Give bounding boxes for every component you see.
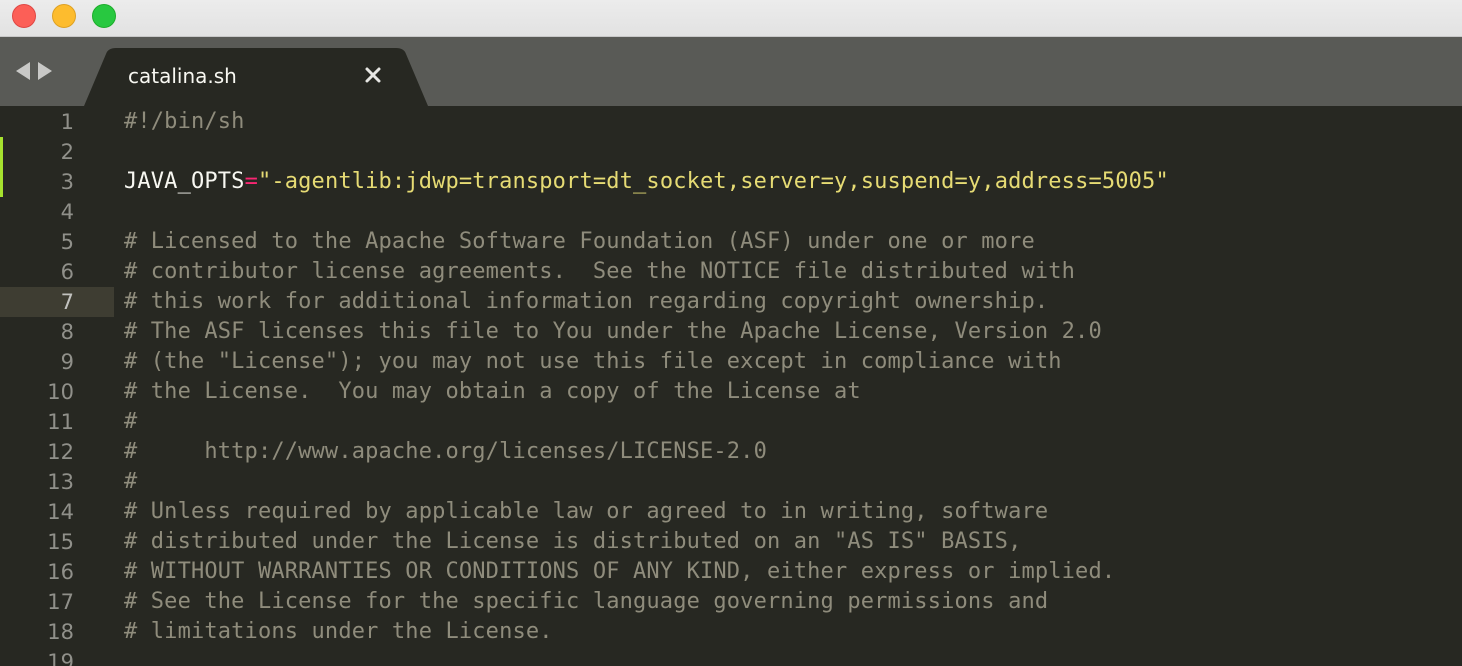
gutter-cell: 13	[0, 467, 114, 497]
code-line[interactable]: 19	[0, 647, 1462, 666]
code-text: # WITHOUT WARRANTIES OR CONDITIONS OF AN…	[124, 559, 1116, 584]
code-line[interactable]: 10 # the License. You may obtain a copy o…	[0, 377, 1462, 407]
code-text: # the License. You may obtain a copy of …	[124, 379, 861, 404]
close-window-button[interactable]	[12, 4, 36, 28]
code-line[interactable]: 14 # Unless required by applicable law or…	[0, 497, 1462, 527]
code-text: # contributor license agreements. See th…	[124, 259, 1076, 284]
chevron-right-icon[interactable]	[38, 62, 52, 80]
code-text: # Unless required by applicable law or a…	[124, 499, 1049, 524]
code-line[interactable]: 13 #	[0, 467, 1462, 497]
code-text: # this work for additional information r…	[124, 289, 1049, 314]
gutter-cell: 3	[0, 167, 114, 197]
gutter-cell: 17	[0, 587, 114, 617]
modified-line-marker	[0, 167, 3, 197]
gutter-cell: 14	[0, 497, 114, 527]
line-number: 13	[47, 470, 74, 494]
code-text: # http://www.apache.org/licenses/LICENSE…	[124, 439, 767, 464]
maximize-window-button[interactable]	[92, 4, 116, 28]
gutter-cell: 18	[0, 617, 114, 647]
code-text: #	[124, 409, 138, 434]
gutter-cell: 1	[0, 107, 114, 137]
gutter-cell: 5	[0, 227, 114, 257]
code-line[interactable]: 8 # The ASF licenses this file to You und…	[0, 317, 1462, 347]
assignment-operator: =	[244, 169, 258, 194]
line-number: 17	[47, 590, 74, 614]
line-number: 7	[60, 290, 74, 314]
editor-window: catalina.sh 1 #!/bin/sh 2 3 JAVA_OPTS="-agen…	[0, 0, 1462, 666]
code-editor[interactable]: 1 #!/bin/sh 2 3 JAVA_OPTS="-agentlib:jdwp=tr…	[0, 106, 1462, 666]
code-text: #!/bin/sh	[124, 109, 245, 134]
line-number: 6	[60, 260, 74, 284]
line-number: 12	[47, 440, 74, 464]
line-number: 10	[47, 380, 74, 404]
code-text: # limitations under the License.	[124, 619, 553, 644]
code-text: # (the "License"); you may not use this …	[124, 349, 1062, 374]
title-bar	[0, 0, 1462, 37]
line-number: 14	[47, 500, 74, 524]
line-number: 15	[47, 530, 74, 554]
tab-navigation	[16, 59, 52, 83]
code-text: #	[124, 469, 138, 494]
code-line[interactable]: 15 # distributed under the License is dis…	[0, 527, 1462, 557]
variable-name: JAVA_OPTS	[124, 169, 245, 194]
gutter-cell: 4	[0, 197, 114, 227]
gutter-cell: 19	[0, 647, 114, 666]
modified-line-marker	[0, 137, 3, 167]
tab-catalina-sh[interactable]: catalina.sh	[84, 48, 428, 106]
tab-bar: catalina.sh	[0, 37, 1462, 106]
gutter-cell: 2	[0, 137, 114, 167]
code-line[interactable]: 18 # limitations under the License.	[0, 617, 1462, 647]
code-text: JAVA_OPTS="-agentlib:jdwp=transport=dt_s…	[124, 167, 1169, 197]
gutter-cell: 6	[0, 257, 114, 287]
code-line[interactable]: 3 JAVA_OPTS="-agentlib:jdwp=transport=dt_…	[0, 167, 1462, 197]
string-literal: "-agentlib:jdwp=transport=dt_socket,serv…	[257, 169, 1169, 194]
code-line[interactable]: 1 #!/bin/sh	[0, 107, 1462, 137]
gutter-cell: 15	[0, 527, 114, 557]
gutter-cell: 8	[0, 317, 114, 347]
line-number: 18	[47, 620, 74, 644]
line-number: 1	[60, 110, 74, 134]
code-line[interactable]: 11 #	[0, 407, 1462, 437]
code-line[interactable]: 17 # See the License for the specific lan…	[0, 587, 1462, 617]
line-number: 19	[47, 650, 74, 666]
gutter-cell: 16	[0, 557, 114, 587]
gutter-cell: 11	[0, 407, 114, 437]
code-line[interactable]: 6 # contributor license agreements. See t…	[0, 257, 1462, 287]
code-line[interactable]: 4	[0, 197, 1462, 227]
minimize-window-button[interactable]	[52, 4, 76, 28]
line-number: 5	[60, 230, 74, 254]
code-line[interactable]: 7 # this work for additional information …	[0, 287, 1462, 317]
gutter-cell: 9	[0, 347, 114, 377]
gutter-cell: 7	[0, 287, 114, 317]
code-text: # The ASF licenses this file to You unde…	[124, 319, 1102, 344]
code-text: # See the License for the specific langu…	[124, 589, 1049, 614]
line-number: 11	[47, 410, 74, 434]
gutter-cell: 10	[0, 377, 114, 407]
line-number: 4	[60, 200, 74, 224]
close-icon[interactable]	[362, 64, 384, 86]
code-line[interactable]: 16 # WITHOUT WARRANTIES OR CONDITIONS OF …	[0, 557, 1462, 587]
code-line[interactable]: 12 # http://www.apache.org/licenses/LICEN…	[0, 437, 1462, 467]
line-number: 9	[60, 350, 74, 374]
line-number: 16	[47, 560, 74, 584]
code-text: # Licensed to the Apache Software Founda…	[124, 229, 1035, 254]
code-text: # distributed under the License is distr…	[124, 529, 1022, 554]
line-number: 2	[60, 140, 74, 164]
code-line[interactable]: 9 # (the "License"); you may not use this…	[0, 347, 1462, 377]
tab-label: catalina.sh	[128, 64, 237, 88]
line-number: 8	[60, 320, 74, 344]
line-number: 3	[60, 170, 74, 194]
code-line[interactable]: 5 # Licensed to the Apache Software Found…	[0, 227, 1462, 257]
code-line[interactable]: 2	[0, 137, 1462, 167]
chevron-left-icon[interactable]	[16, 62, 30, 80]
gutter-cell: 12	[0, 437, 114, 467]
